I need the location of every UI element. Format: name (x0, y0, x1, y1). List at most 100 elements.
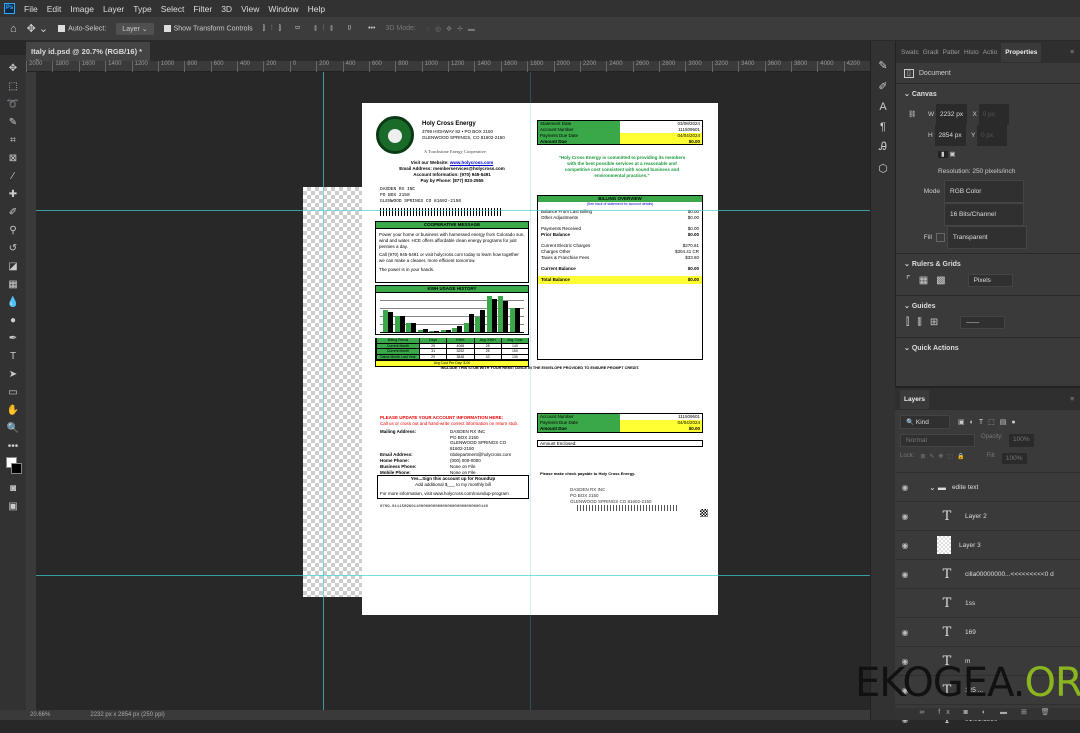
menu-edit[interactable]: Edit (47, 4, 62, 14)
guide-icon[interactable]: ⫿ (906, 317, 909, 328)
more-tools-icon[interactable]: ••• (4, 439, 22, 455)
website-link[interactable]: www.holycross.com (450, 160, 493, 165)
align-icons[interactable]: ⫿⫶⫿ ▭ ⫾⫶⫾ ▯ (263, 25, 359, 33)
marquee-tool-icon[interactable]: ⬚ (4, 79, 22, 95)
document-tab[interactable]: Italy id.psd @ 20.7% (RGB/16) * × (26, 42, 150, 65)
guide-vertical[interactable] (323, 72, 324, 710)
layers-footer-icons[interactable]: ∞ fx ◙ ◐ ▬ ⊞ 🗑 (895, 708, 1080, 720)
brush-tool-icon[interactable]: ✐ (4, 205, 22, 221)
tab-swatches[interactable]: Swatc (901, 49, 919, 56)
width-field[interactable]: 2232 px (935, 104, 968, 125)
more-options-button[interactable]: ••• (368, 25, 375, 32)
mode-dropdown[interactable]: RGB Color (944, 180, 1024, 203)
canvas-section[interactable]: Canvas (912, 91, 937, 98)
height-field[interactable]: 2854 px (934, 125, 966, 146)
guides-section[interactable]: Guides (912, 303, 936, 310)
units-dropdown[interactable]: Pixels (967, 274, 1013, 287)
vertical-ruler[interactable] (26, 72, 36, 710)
auto-select-target-dropdown[interactable]: Layer ⌄ (116, 22, 154, 35)
tab-properties[interactable]: Properties (1001, 42, 1042, 62)
menu-help[interactable]: Help (308, 4, 325, 14)
zoom-tool-icon[interactable]: 🔍 (4, 421, 22, 437)
fill-dropdown[interactable]: Transparent (946, 226, 1027, 249)
layer-row[interactable]: ◉ Tcilla00000000...<<<<<<<<<0 d (895, 559, 1080, 588)
lasso-tool-icon[interactable]: ➰ (4, 97, 22, 113)
tab-patterns[interactable]: Patter (943, 49, 960, 56)
guide-layout-icon[interactable]: ⫼ (917, 317, 922, 328)
tab-gradients[interactable]: Gradi (923, 49, 939, 56)
panel-menu-icon[interactable]: ≡ (1070, 49, 1074, 56)
lock-icons[interactable]: ⊠✎✥⬚🔒 (920, 453, 968, 464)
menu-file[interactable]: File (24, 4, 38, 14)
visibility-eye-icon[interactable]: ◉ (895, 541, 915, 550)
menu-filter[interactable]: Filter (193, 4, 212, 14)
menu-select[interactable]: Select (161, 4, 185, 14)
home-icon[interactable]: ⌂ (10, 23, 17, 35)
guide-horizontal[interactable] (36, 210, 870, 211)
guide-vertical[interactable] (530, 72, 531, 710)
crop-tool-icon[interactable]: ⌗ (4, 133, 22, 149)
pen-tool-icon[interactable]: ✒ (4, 331, 22, 347)
3d-tools-icons[interactable]: ◌◎✥✢▬ (426, 25, 480, 33)
layers-menu-icon[interactable]: ≡ (1070, 396, 1074, 403)
visibility-eye-icon[interactable]: ◉ (895, 570, 915, 579)
pixel-grid-icon[interactable]: ▩ (936, 275, 945, 286)
character-icon[interactable]: A (879, 101, 886, 113)
auto-select-checkbox[interactable]: Auto-Select: (58, 24, 106, 32)
portrait-icon[interactable]: ▮ (938, 151, 948, 158)
paragraph-icon[interactable]: ¶ (880, 121, 886, 133)
guide-horizontal[interactable] (36, 575, 870, 576)
move-tool-icon[interactable]: ✥ (4, 61, 22, 77)
quick-select-tool-icon[interactable]: ✎ (4, 115, 22, 131)
link-icon[interactable]: ⛓ (908, 106, 928, 123)
history-brush-tool-icon[interactable]: ↺ (4, 241, 22, 257)
brush-settings-icon[interactable]: ✎ (878, 59, 887, 72)
roundup-box[interactable]: Yes...Sign this account up for RoundUp A… (377, 475, 529, 499)
menu-window[interactable]: Window (268, 4, 298, 14)
brushes-icon[interactable]: ✐ (878, 80, 887, 93)
document-page[interactable]: Holy Cross Energy 3799 HIGHWAY 82 • PO B… (362, 103, 718, 615)
menu-type[interactable]: Type (133, 4, 151, 14)
tab-actions[interactable]: Actio (983, 49, 997, 56)
3d-icon[interactable]: ⬡ (878, 162, 888, 175)
eyedropper-tool-icon[interactable]: ⁄ (4, 169, 22, 185)
tab-layers[interactable]: Layers (900, 389, 929, 409)
landscape-icon[interactable]: ▣ (949, 151, 955, 158)
y-field[interactable]: 0 px (977, 125, 1007, 146)
gradient-tool-icon[interactable]: ▦ (4, 277, 22, 293)
rulers-grids-section[interactable]: Rulers & Grids (912, 261, 961, 268)
quick-actions-section[interactable]: Quick Actions (912, 345, 959, 352)
blur-tool-icon[interactable]: 💧 (4, 295, 22, 311)
dodge-tool-icon[interactable]: ● (4, 313, 22, 329)
clone-stamp-tool-icon[interactable]: ⚲ (4, 223, 22, 239)
layer-row[interactable]: ◉ T 169 (895, 617, 1080, 646)
tab-history[interactable]: Histo (964, 49, 979, 56)
guide-style-dropdown[interactable]: —— (960, 316, 1006, 329)
show-transform-checkbox[interactable]: Show Transform Controls (163, 24, 253, 32)
type-tool-icon[interactable]: T (4, 349, 22, 365)
fill-field[interactable]: 100% (1001, 453, 1027, 464)
healing-brush-tool-icon[interactable]: ✚ (4, 187, 22, 203)
hand-tool-icon[interactable]: ✋ (4, 403, 22, 419)
visibility-eye-icon[interactable]: ◉ (895, 512, 915, 521)
bit-depth-dropdown[interactable]: 16 Bits/Channel (944, 203, 1024, 226)
layer-row[interactable]: ◉ T Layer 2 (895, 501, 1080, 530)
path-selection-tool-icon[interactable]: ➤ (4, 367, 22, 383)
blend-mode-dropdown[interactable]: Normal (900, 434, 975, 447)
layer-row[interactable]: ◉ Layer 3 (895, 530, 1080, 559)
filter-kind-dropdown[interactable]: 🔍 Kind (900, 415, 950, 429)
eraser-tool-icon[interactable]: ◪ (4, 259, 22, 275)
horizontal-ruler[interactable]: 2000 1800 1600 1400 1200 1000 800 600 400 200 0 200… (26, 61, 870, 72)
opacity-field[interactable]: 100% (1009, 434, 1034, 447)
rectangle-tool-icon[interactable]: ▭ (4, 385, 22, 401)
menu-image[interactable]: Image (70, 4, 94, 14)
layer-row[interactable]: ◉ ⌄ ▬ edite text (895, 472, 1080, 501)
ruler-icon[interactable]: ⌜ (906, 275, 911, 286)
color-swatches[interactable] (4, 457, 22, 479)
move-tool-icon[interactable]: ✥ ⌄ (27, 22, 49, 35)
frame-tool-icon[interactable]: ⊠ (4, 151, 22, 167)
layer-row[interactable]: T 1ss (895, 588, 1080, 617)
fill-swatch[interactable] (936, 232, 945, 242)
menu-view[interactable]: View (241, 4, 259, 14)
amount-enclosed-field[interactable]: Amount Enclosed: (537, 440, 703, 447)
